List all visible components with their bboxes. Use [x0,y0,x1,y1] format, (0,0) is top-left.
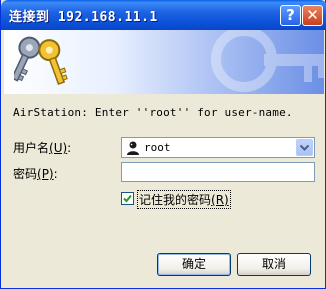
chevron-down-icon [299,144,310,151]
remember-password-label[interactable]: 记住我的密码(R) [137,190,231,209]
username-label-text: 用户名 [13,141,50,155]
checkmark-icon [123,194,132,203]
password-label: 密码(P): [13,165,58,182]
cancel-button[interactable]: 取消 [237,253,311,276]
username-dropdown-button[interactable] [296,139,313,156]
dialog-title: 连接到 192.168.11.1 [9,10,158,25]
remember-accelerator: (R) [211,193,229,207]
username-label-colon: : [67,141,72,155]
username-label: 用户名(U): [13,139,71,156]
password-label-colon: : [53,167,58,181]
user-icon [127,141,139,155]
password-field[interactable] [121,162,315,182]
keys-icon [14,36,68,85]
username-combobox[interactable]: root [121,137,315,158]
username-value: root [144,141,171,154]
ok-button[interactable]: 确定 [157,253,231,276]
auth-prompt-message: AirStation: Enter ''root'' for user-name… [13,106,293,119]
username-accelerator: (U) [49,141,68,155]
title-bar[interactable]: 连接到 192.168.11.1 ? ✕ [1,0,326,30]
login-dialog: 连接到 192.168.11.1 ? ✕ AirStation: Enter '… [0,0,326,289]
close-button[interactable]: ✕ [302,5,323,26]
remember-password-checkbox[interactable] [121,192,134,205]
dialog-banner [4,30,324,94]
password-label-text: 密码 [13,167,38,181]
password-accelerator: (P) [37,167,54,181]
remember-label-text: 记住我的密码 [139,193,212,207]
background-key-icon [211,30,324,92]
help-button[interactable]: ? [280,5,301,26]
